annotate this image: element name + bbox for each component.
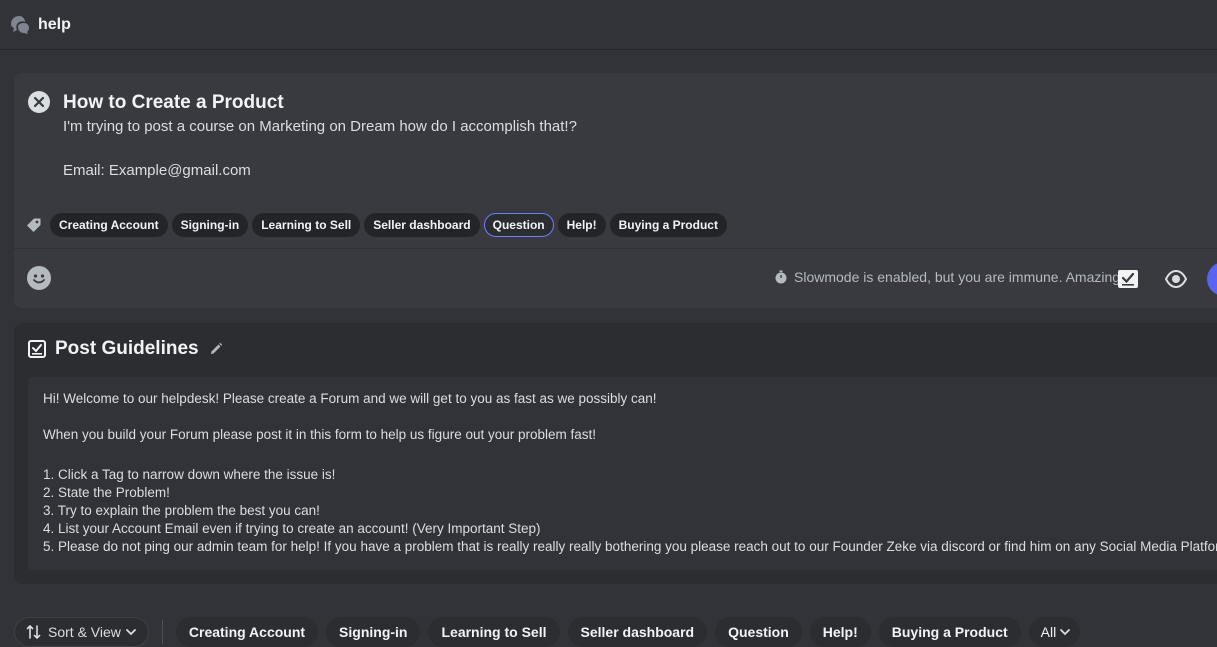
close-icon [33, 96, 45, 108]
chevron-down-icon [1060, 629, 1071, 636]
slowmode-text: Slowmode is enabled, but you are immune.… [794, 269, 1124, 285]
filter-tag-buying-a-product[interactable]: Buying a Product [878, 617, 1021, 647]
stopwatch-icon [775, 270, 787, 284]
guidelines-title: Post Guidelines [55, 338, 199, 359]
tag-help[interactable]: Help! [557, 213, 606, 237]
filter-tag-seller-dashboard[interactable]: Seller dashboard [567, 617, 708, 647]
chevron-down-icon [125, 629, 136, 636]
sort-view-button[interactable]: Sort & View [14, 617, 149, 647]
channel-name: help [38, 15, 71, 33]
checklist-icon [28, 340, 46, 358]
tag-creating-account[interactable]: Creating Account [50, 213, 168, 237]
post-title-input[interactable]: How to Create a Product [63, 92, 284, 114]
emoji-button[interactable] [27, 266, 51, 290]
post-body-line[interactable]: I'm trying to post a course on Marketing… [63, 118, 577, 135]
guideline-line: 2. State the Problem! [43, 485, 170, 500]
sort-view-label: Sort & View [48, 624, 121, 640]
filter-all-label: All [1040, 624, 1057, 640]
guideline-line: Hi! Welcome to our helpdesk! Please crea… [43, 391, 657, 406]
pencil-icon[interactable] [209, 342, 223, 356]
guideline-line: When you build your Forum please post it… [43, 427, 597, 442]
tag-learning-to-sell[interactable]: Learning to Sell [252, 213, 361, 237]
tag-buying-a-product[interactable]: Buying a Product [609, 213, 727, 237]
guideline-line: 4. List your Account Email even if tryin… [43, 521, 541, 536]
sort-icon [26, 624, 41, 640]
close-post-button[interactable] [28, 91, 50, 113]
guideline-line: 5. Please do not ping our admin team for… [43, 539, 1217, 554]
tag-signing-in[interactable]: Signing-in [171, 213, 249, 237]
post-composer: How to Create a Product I'm trying to po… [14, 73, 1217, 308]
divider [161, 620, 163, 644]
guideline-line: 1. Click a Tag to narrow down where the … [43, 467, 336, 482]
slowmode-notice: Slowmode is enabled, but you are immune.… [774, 269, 1124, 285]
guideline-line: 3. Try to explain the problem the best y… [43, 503, 320, 518]
post-guidelines-panel: Post Guidelines Hi! Welcome to our helpd… [14, 323, 1217, 584]
smile-icon [33, 274, 45, 284]
eye-icon [1164, 269, 1188, 289]
post-submit-button[interactable] [1207, 262, 1217, 296]
filter-tag-question[interactable]: Question [715, 617, 802, 647]
guidelines-body: Hi! Welcome to our helpdesk! Please crea… [28, 377, 1217, 570]
filter-tag-creating-account[interactable]: Creating Account [175, 617, 319, 647]
filter-tag-help[interactable]: Help! [809, 617, 871, 647]
tag-question[interactable]: Question [483, 213, 554, 237]
tag-selector: Creating Account Signing-in Learning to … [26, 212, 727, 238]
tag-seller-dashboard[interactable]: Seller dashboard [364, 213, 480, 237]
preview-button[interactable] [1164, 267, 1188, 291]
divider [14, 248, 1217, 249]
forum-icon [8, 14, 30, 36]
guidelines-header: Post Guidelines [28, 338, 223, 360]
channel-header: help [0, 0, 1217, 50]
filter-tag-learning-to-sell[interactable]: Learning to Sell [428, 617, 560, 647]
post-guidelines-button[interactable] [1117, 268, 1139, 290]
tag-icon [26, 217, 42, 233]
checklist-icon [1118, 270, 1138, 288]
post-body-line[interactable]: Email: Example@gmail.com [63, 162, 251, 179]
filter-bar: Sort & View Creating Account Signing-in … [14, 617, 1088, 647]
filter-all-button[interactable]: All [1028, 617, 1081, 647]
filter-tag-signing-in[interactable]: Signing-in [326, 617, 421, 647]
